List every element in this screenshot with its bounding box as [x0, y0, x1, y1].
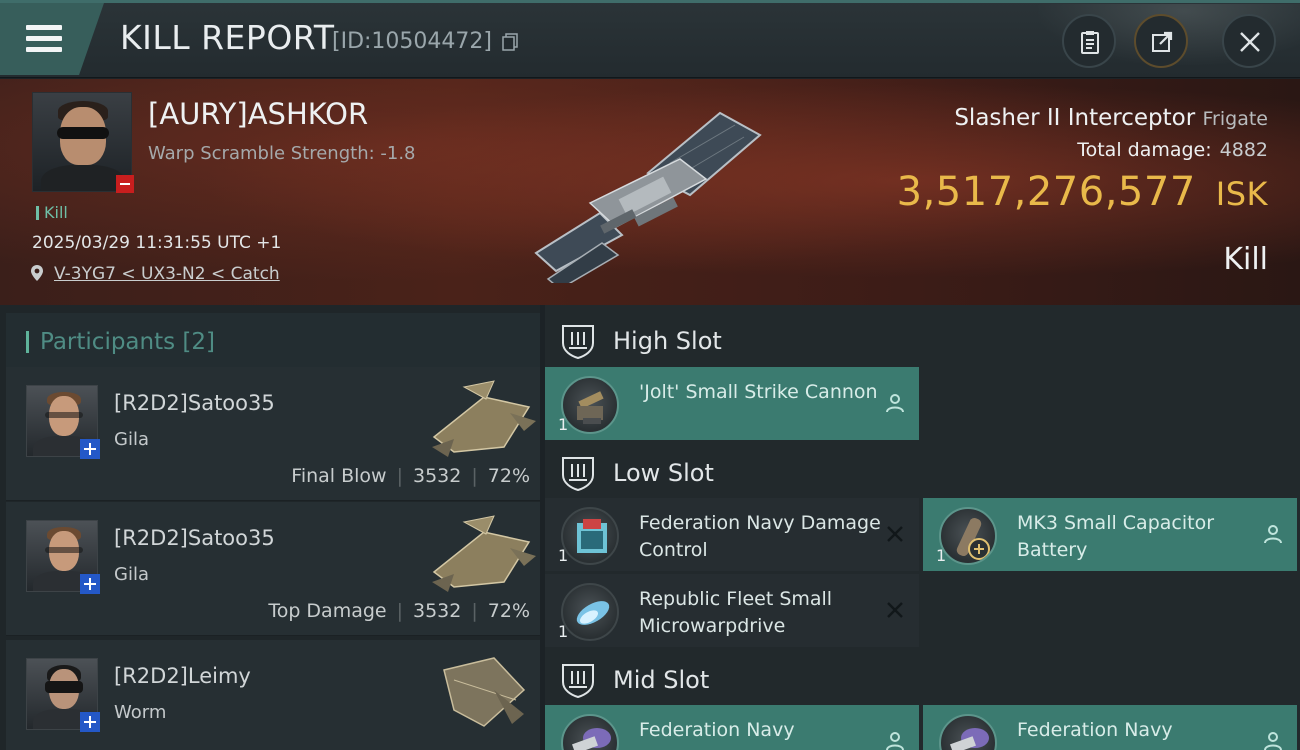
participant-ship: Gila	[114, 564, 149, 585]
participant-row[interactable]: [R2D2]Satoo35 Gila Final Blow | 3532 | 72%	[6, 367, 540, 501]
fitting-slots-panel: High Slot 1 'Jolt' Small Strike Cannon L…	[545, 305, 1300, 750]
mid-slot-label: Mid Slot	[613, 666, 710, 694]
participant-row[interactable]: [R2D2]Satoo35 Gila Top Damage | 3532 | 72%	[6, 502, 540, 636]
module-icon	[939, 714, 997, 750]
top-accent-line	[0, 0, 1300, 3]
close-icon	[1240, 32, 1260, 52]
ally-badge-icon	[80, 439, 100, 459]
top-bar: KILL REPORT [ID:10504472]	[0, 0, 1300, 78]
share-icon	[1152, 31, 1173, 52]
fitted-person-icon	[1264, 732, 1282, 750]
ally-badge-icon	[80, 574, 100, 594]
ally-badge-icon	[80, 712, 100, 732]
menu-button[interactable]	[0, 3, 104, 75]
isk-amount: 3,517,276,577	[896, 169, 1196, 215]
destroyed-x-icon	[887, 526, 903, 542]
kill-tag: Kill	[36, 203, 68, 222]
ship-class: Frigate	[1202, 108, 1268, 130]
copy-icon[interactable]	[502, 33, 518, 51]
share-button[interactable]	[1134, 14, 1188, 68]
isk-value: 3,517,276,577 ISK	[897, 169, 1268, 215]
victim-ship-image	[534, 111, 762, 283]
module-quantity: 1	[558, 546, 569, 565]
module-item[interactable]: 1 MK3 Small Capacitor Battery	[923, 498, 1297, 571]
location-link[interactable]: V-3YG7 < UX3-N2 < Catch	[54, 264, 280, 284]
high-slot-header: High Slot	[545, 309, 1300, 367]
cannon-icon	[561, 376, 619, 434]
participant-role: Final Blow	[291, 465, 387, 487]
ship-thumbnail	[432, 380, 536, 457]
microwarpdrive-icon	[561, 583, 619, 641]
module-quantity: 1	[558, 622, 569, 641]
participant-role: Top Damage	[268, 600, 387, 622]
participants-panel: Participants [2] [R2D2]Satoo35 Gila Fina…	[0, 305, 540, 750]
ship-thumbnail	[443, 657, 526, 727]
fitted-person-icon	[1264, 525, 1282, 544]
victim-name[interactable]: [AURY]ASHKOR	[148, 97, 368, 131]
low-slot-icon	[562, 457, 594, 491]
module-name: Federation Navy	[1017, 719, 1173, 741]
clipboard-icon	[1081, 31, 1099, 54]
report-id: [ID:10504472]	[332, 29, 492, 54]
participant-percent: 72%	[487, 465, 530, 487]
low-slot-label: Low Slot	[613, 459, 714, 487]
participant-row[interactable]: [R2D2]Leimy Worm	[6, 640, 540, 750]
location-pin-icon	[31, 265, 43, 281]
module-name: Federation Navy	[639, 719, 795, 741]
module-quantity: 1	[936, 546, 947, 565]
module-item[interactable]: 1 'Jolt' Small Strike Cannon	[545, 367, 919, 440]
close-button[interactable]	[1222, 14, 1276, 68]
warp-scramble-strength: Warp Scramble Strength: -1.8	[148, 143, 416, 164]
participant-percent: 72%	[487, 600, 530, 622]
module-name: Federation Navy Damage Control	[639, 512, 881, 561]
high-slot-label: High Slot	[613, 327, 722, 355]
module-icon	[561, 714, 619, 750]
ship-thumbnail	[432, 515, 536, 592]
kill-datetime: 2025/03/29 11:31:55 UTC +1	[32, 233, 282, 253]
fitted-person-icon	[886, 394, 904, 413]
participants-header: Participants [2]	[6, 313, 540, 369]
section-marker	[26, 331, 29, 353]
mid-slot-header: Mid Slot	[545, 648, 1300, 706]
participants-title: Participants [2]	[40, 329, 216, 355]
isk-unit: ISK	[1215, 175, 1268, 213]
fitted-person-icon	[886, 732, 904, 750]
report-result: Kill	[1223, 242, 1268, 277]
participant-name[interactable]: [R2D2]Leimy	[114, 664, 251, 688]
low-slot-header: Low Slot	[545, 441, 1300, 499]
victim-ship[interactable]: Slasher II Interceptor Frigate	[954, 105, 1268, 131]
total-damage: Total damage: 4882	[1077, 139, 1268, 161]
kill-location[interactable]: V-3YG7 < UX3-N2 < Catch	[30, 264, 280, 284]
module-name: MK3 Small Capacitor Battery	[1017, 512, 1215, 561]
capacitor-icon	[939, 507, 997, 565]
total-damage-value: 4882	[1219, 139, 1268, 161]
participant-ship: Worm	[114, 702, 167, 723]
module-name: Republic Fleet Small Microwarpdrive	[639, 588, 833, 637]
participant-name[interactable]: [R2D2]Satoo35	[114, 526, 275, 550]
module-item[interactable]: 1 Federation Navy Damage Control	[545, 498, 919, 571]
module-quantity: 1	[558, 415, 569, 434]
destroyed-x-icon	[887, 602, 903, 618]
hostile-badge-icon	[116, 175, 134, 193]
participant-stats: Final Blow | 3532 | 72%	[291, 465, 530, 487]
mid-slot-icon	[562, 664, 594, 698]
ship-name: Slasher II Interceptor	[954, 105, 1196, 131]
page-title: KILL REPORT	[120, 18, 335, 57]
participant-ship: Gila	[114, 429, 149, 450]
hamburger-menu-icon	[26, 25, 62, 53]
high-slot-icon	[562, 325, 594, 359]
module-item[interactable]: 1 Republic Fleet Small Microwarpdrive	[545, 574, 919, 647]
participant-damage: 3532	[413, 465, 462, 487]
module-item[interactable]: Federation Navy	[545, 705, 919, 750]
victim-banner: [AURY]ASHKOR Warp Scramble Strength: -1.…	[0, 79, 1300, 305]
total-damage-label: Total damage:	[1077, 139, 1212, 161]
participant-name[interactable]: [R2D2]Satoo35	[114, 391, 275, 415]
damage-control-icon	[561, 507, 619, 565]
clipboard-button[interactable]	[1062, 14, 1116, 68]
participant-damage: 3532	[413, 600, 462, 622]
module-name: 'Jolt' Small Strike Cannon	[639, 381, 878, 403]
participant-stats: Top Damage | 3532 | 72%	[268, 600, 530, 622]
module-item[interactable]: Federation Navy	[923, 705, 1297, 750]
participants-count: [2]	[182, 329, 216, 355]
